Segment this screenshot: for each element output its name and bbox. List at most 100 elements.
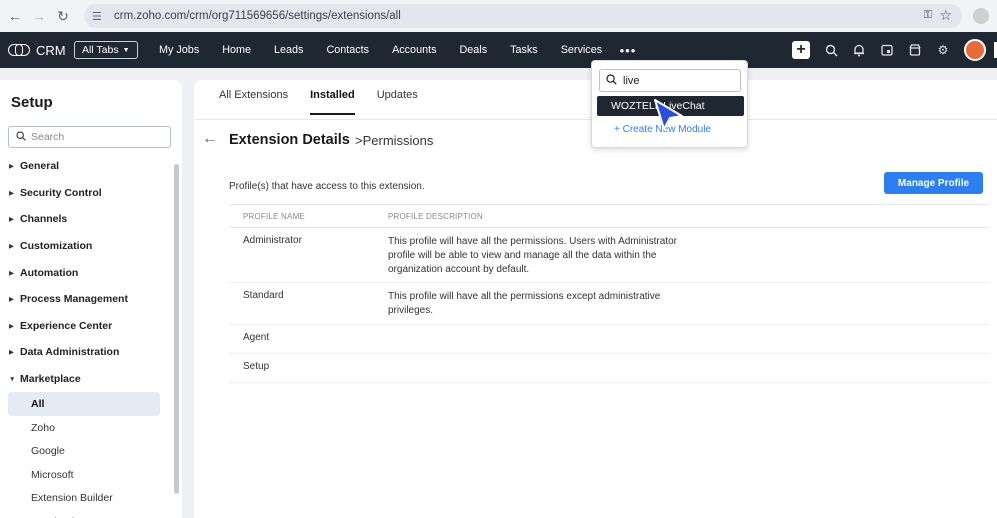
forward-icon[interactable]: → (30, 7, 48, 25)
chevron-right-icon: ▶ (9, 349, 14, 357)
sidebar-item-marketplace[interactable]: ▼ Marketplace (0, 366, 172, 393)
column-header-profile-name: PROFILE NAME (243, 211, 305, 221)
table-row: Standard This profile will have all the … (229, 283, 989, 325)
nav-tab-my-jobs[interactable]: My Jobs (148, 44, 211, 56)
search-icon (16, 130, 26, 144)
address-bar[interactable]: ☰ crm.zoho.com/crm/org711569656/settings… (84, 4, 962, 28)
profile-avatar[interactable] (973, 8, 989, 24)
sidebar-search-input[interactable]: Search (8, 126, 171, 148)
password-key-icon[interactable]: ⚿ (924, 9, 932, 22)
profile-description-cell (388, 354, 678, 382)
table-header: PROFILE NAME PROFILE DESCRIPTION (229, 204, 989, 228)
back-icon[interactable]: ← (6, 7, 24, 25)
profile-description-cell (388, 325, 678, 353)
column-header-profile-description: PROFILE DESCRIPTION (388, 211, 483, 221)
profile-description-cell: This profile will have all the permissio… (388, 291, 661, 316)
nav-tab-home[interactable]: Home (211, 44, 263, 56)
chevron-right-icon: ▶ (9, 216, 14, 224)
profile-name-cell: Agent (243, 332, 270, 343)
chevron-down-icon: ▼ (9, 375, 16, 383)
create-plus-icon[interactable]: + (792, 41, 810, 59)
sidebar-item-label: Automation (20, 266, 79, 279)
profiles-table: PROFILE NAME PROFILE DESCRIPTION Adminis… (229, 204, 989, 383)
nav-tab-deals[interactable]: Deals (448, 44, 499, 56)
chevron-down-icon: ▼ (122, 46, 130, 54)
browser-toolbar: ← → ↻ ☰ crm.zoho.com/crm/org711569656/se… (0, 0, 997, 32)
profile-name-cell: Setup (243, 361, 270, 372)
calendar-icon[interactable] (880, 43, 894, 57)
sidebar-item-label: Experience Center (20, 319, 113, 332)
tab-updates[interactable]: Updates (377, 89, 418, 115)
sidebar-subitem-zoho[interactable]: Zoho (0, 416, 172, 440)
tab-search-input[interactable]: live (599, 69, 741, 92)
sidebar-subitem-google[interactable]: Google (0, 439, 172, 463)
sidebar-item-general[interactable]: ▶ General (0, 153, 172, 180)
chevron-right-icon: ▶ (9, 163, 14, 171)
sidebar-item-label: Process Management (20, 293, 128, 306)
setup-sidebar: Setup Search ▶ General ▶ Security Control … (0, 80, 182, 518)
nav-tab-accounts[interactable]: Accounts (381, 44, 448, 56)
chevron-right-icon: ▶ (9, 243, 14, 251)
zoho-logo-icon (8, 43, 30, 56)
sidebar-section-list: ▶ General ▶ Security Control ▶ Channels ▶ Cu… (0, 153, 172, 518)
marketplace-icon[interactable] (908, 43, 922, 57)
sidebar-item-label: Security Control (20, 186, 102, 199)
crm-top-nav: CRM All Tabs ▼ My Jobs Home Leads Contac… (0, 32, 997, 68)
sidebar-item-channels[interactable]: ▶ Channels (0, 206, 172, 233)
extension-tabs: All Extensions Installed Updates (219, 89, 440, 115)
sidebar-subitem-all[interactable]: All (8, 392, 160, 416)
table-row: Agent (229, 325, 989, 354)
gear-icon[interactable]: ⚙ (936, 43, 950, 57)
search-query: live (623, 74, 640, 87)
sidebar-item-label: Data Administration (20, 346, 120, 359)
table-row: Setup (229, 354, 989, 383)
profile-description-cell: This profile will have all the permissio… (388, 236, 677, 275)
bookmark-star-icon[interactable]: ☆ (939, 7, 952, 24)
chevron-right-icon: ▶ (9, 322, 14, 330)
sidebar-item-label: General (20, 160, 60, 173)
sidebar-search-placeholder: Search (31, 131, 65, 143)
sidebar-item-automation[interactable]: ▶ Automation (0, 259, 172, 286)
tab-installed[interactable]: Installed (310, 89, 355, 115)
sidebar-subitem-microsoft[interactable]: Microsoft (0, 463, 172, 487)
sidebar-item-customization[interactable]: ▶ Customization (0, 233, 172, 260)
nav-tab-services[interactable]: Services (549, 44, 613, 56)
user-avatar[interactable] (964, 39, 986, 61)
url-text: crm.zoho.com/crm/org711569656/settings/e… (114, 10, 401, 22)
sidebar-item-experience-center[interactable]: ▶ Experience Center (0, 313, 172, 340)
chevron-right-icon: ▶ (9, 296, 14, 304)
sidebar-title: Setup (11, 94, 53, 111)
sidebar-item-label: Channels (20, 213, 68, 226)
nav-tab-tasks[interactable]: Tasks (499, 44, 550, 56)
all-tabs-button[interactable]: All Tabs ▼ (74, 41, 138, 59)
profile-name-cell: Standard (243, 290, 284, 301)
nav-tab-contacts[interactable]: Contacts (315, 44, 381, 56)
bell-icon[interactable] (852, 43, 866, 57)
profile-name-cell: Administrator (243, 235, 302, 246)
nav-tab-leads[interactable]: Leads (263, 44, 315, 56)
access-description: Profile(s) that have access to this exte… (229, 181, 425, 192)
more-tabs-icon[interactable]: ••• (620, 43, 637, 58)
mouse-pointer-icon (654, 99, 683, 130)
site-settings-icon[interactable]: ☰ (92, 10, 106, 23)
brand-label: CRM (36, 42, 66, 58)
search-icon[interactable] (824, 43, 838, 57)
reload-icon[interactable]: ↻ (54, 7, 72, 25)
tab-all-extensions[interactable]: All Extensions (219, 89, 288, 115)
chevron-right-icon: ▶ (9, 269, 14, 277)
all-tabs-label: All Tabs (82, 44, 119, 56)
manage-profile-button[interactable]: Manage Profile (884, 172, 983, 194)
back-arrow-icon[interactable]: ← (202, 130, 218, 148)
sidebar-item-process-management[interactable]: ▶ Process Management (0, 286, 172, 313)
page-title: Extension Details (229, 132, 350, 148)
sidebar-subitem-facebook[interactable]: Facebook (0, 510, 172, 518)
search-icon (606, 73, 617, 88)
sidebar-item-data-administration[interactable]: ▶ Data Administration (0, 339, 172, 366)
sidebar-item-security-control[interactable]: ▶ Security Control (0, 180, 172, 207)
breadcrumb-permissions: >Permissions (355, 133, 434, 148)
crm-brand[interactable]: CRM (8, 43, 70, 58)
sidebar-scrollbar[interactable] (174, 164, 179, 494)
sidebar-subitem-extension-builder[interactable]: Extension Builder (0, 486, 172, 510)
sidebar-item-label: Customization (20, 240, 93, 253)
table-row: Administrator This profile will have all… (229, 228, 989, 283)
